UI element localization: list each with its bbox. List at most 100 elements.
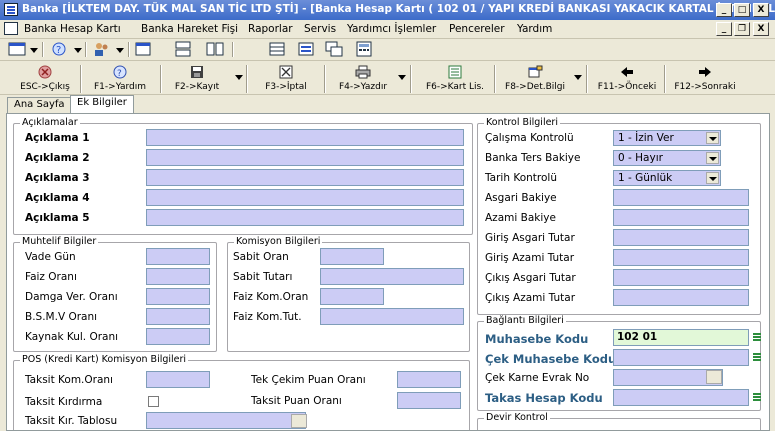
menu-servis[interactable]: Servis [304, 23, 336, 35]
faiz-kom-oran-field[interactable] [320, 288, 384, 305]
window-list-dropdown-icon[interactable] [30, 48, 38, 53]
f3-cancel-label: F3->İptal [265, 82, 307, 92]
window-list-icon[interactable] [8, 41, 28, 58]
help-dropdown-icon[interactable] [74, 48, 82, 53]
devir-kontrol-title: Devir Kontrol [484, 412, 550, 423]
calisma-kontrolu-label: Çalışma Kontrolü [485, 132, 574, 144]
chevron-down-icon[interactable] [706, 152, 719, 164]
kaynak-kul-orani-field[interactable] [146, 328, 210, 345]
muhasebe-kodu-field[interactable]: 102 01 [613, 329, 749, 346]
sabit-tutari-field[interactable] [320, 268, 464, 285]
vade-gun-field[interactable] [146, 248, 210, 265]
users-icon[interactable] [92, 41, 112, 58]
taksit-kom-orani-field[interactable] [146, 371, 210, 388]
taksit-kir-tablosu-field[interactable] [146, 412, 306, 429]
taksit-puan-field[interactable] [397, 392, 461, 409]
grid-view-icon[interactable] [268, 41, 288, 58]
f2-save-button[interactable]: F2->Kayıt [165, 63, 229, 94]
muhtelif-bilgiler-title: Muhtelif Bilgiler [20, 236, 99, 247]
damga-ver-orani-field[interactable] [146, 288, 210, 305]
child-window-icon[interactable] [4, 22, 18, 35]
cikis-azami-tutar-field[interactable] [613, 289, 749, 306]
faiz-kom-tut-field[interactable] [320, 308, 464, 325]
aciklama-5-label: Açıklama 5 [25, 212, 90, 224]
menu-pencereler[interactable]: Pencereler [449, 23, 505, 35]
banka-ters-bakiye-value: 0 - Hayır [618, 152, 663, 164]
details-dropdown-icon[interactable] [574, 75, 582, 80]
komisyon-bilgileri-title: Komisyon Bilgileri [234, 236, 323, 247]
tek-cekim-puan-field[interactable] [397, 371, 461, 388]
takas-hesap-kodu-field[interactable] [613, 389, 749, 406]
f8-detail-info-button[interactable]: F8->Det.Bilgi [498, 63, 572, 94]
child-close-button[interactable]: X [753, 22, 769, 36]
f4-print-button[interactable]: F4->Yazdır [330, 63, 396, 94]
icon-toolbar: ? [0, 39, 775, 61]
faiz-orani-label: Faiz Oranı [25, 271, 77, 283]
esc-exit-button[interactable]: ESC->Çıkış [12, 63, 78, 94]
child-restore-button[interactable]: ❐ [734, 22, 750, 36]
aciklama-4-field[interactable] [146, 189, 464, 206]
child-minimize-button[interactable]: _ [716, 22, 732, 36]
maximize-button[interactable]: □ [734, 3, 750, 17]
tile-horizontal-icon[interactable] [174, 41, 194, 58]
taksit-kirdirma-checkbox[interactable] [148, 396, 159, 407]
takas-hesap-kodu-label: Takas Hesap Kodu [485, 391, 603, 405]
giris-asgari-tutar-field[interactable] [613, 229, 749, 246]
save-dropdown-icon[interactable] [235, 75, 243, 80]
taksit-kir-tablosu-lookup-button[interactable] [291, 414, 307, 428]
f8-detail-info-label: F8->Det.Bilgi [505, 82, 565, 92]
f6-card-list-button[interactable]: F6->Kart Lis. [418, 63, 492, 94]
f11-previous-label: F11->Önceki [597, 82, 657, 92]
f3-cancel-button[interactable]: F3->İptal [254, 63, 318, 94]
tab-ana-sayfa[interactable]: Ana Sayfa [7, 97, 72, 113]
separator [80, 65, 82, 93]
minimize-button[interactable]: _ [716, 3, 732, 17]
faiz-orani-field[interactable] [146, 268, 210, 285]
bsmv-orani-label: B.S.M.V Oranı [25, 311, 98, 323]
menu-banka-hareket-fisi[interactable]: Banka Hareket Fişi [141, 23, 238, 35]
form-view-icon[interactable] [297, 41, 317, 58]
bsmv-orani-field[interactable] [146, 308, 210, 325]
window-cascade-icon[interactable] [134, 41, 154, 58]
kaynak-kul-orani-label: Kaynak Kul. Oranı [25, 331, 119, 343]
aciklama-1-field[interactable] [146, 129, 464, 146]
giris-azami-tutar-field[interactable] [613, 249, 749, 266]
menu-yardimci-islemler[interactable]: Yardımcı İşlemler [347, 23, 436, 35]
cikis-asgari-tutar-field[interactable] [613, 269, 749, 286]
chevron-down-icon[interactable] [706, 132, 719, 144]
cek-karne-search-icon[interactable] [706, 370, 722, 384]
tile-vertical-icon[interactable] [206, 41, 226, 58]
taksit-kirdirma-label: Taksit Kırdırma [25, 396, 103, 408]
takas-hesap-kodu-lookup-icon[interactable] [751, 391, 763, 404]
title-bar[interactable]: Banka [İLKTEM DAY. TÜK MAL SAN TİC LTD Ş… [0, 0, 775, 20]
aciklama-3-field[interactable] [146, 169, 464, 186]
menu-banka-hesap-karti[interactable]: Banka Hesap Kartı [24, 23, 121, 35]
tarih-kontrolu-select[interactable]: 1 - Günlük [613, 170, 721, 186]
sabit-tutari-label: Sabit Tutarı [233, 271, 293, 283]
help-tools-icon[interactable]: ? [50, 41, 70, 58]
f2-save-label: F2->Kayıt [174, 82, 220, 92]
users-dropdown-icon[interactable] [116, 48, 124, 53]
chevron-down-icon[interactable] [706, 172, 719, 184]
sabit-oran-field[interactable] [320, 248, 384, 265]
aciklama-2-field[interactable] [146, 149, 464, 166]
azami-bakiye-field[interactable] [613, 209, 749, 226]
muhasebe-kodu-lookup-icon[interactable] [751, 331, 763, 344]
cek-muhasebe-kodu-field[interactable] [613, 349, 749, 366]
menu-yardim[interactable]: Yardım [517, 23, 552, 35]
baglanti-bilgileri-title: Bağlantı Bilgileri [484, 315, 566, 326]
f1-help-button[interactable]: ? F1->Yardım [84, 63, 156, 94]
close-button[interactable]: X [753, 3, 769, 17]
asgari-bakiye-field[interactable] [613, 189, 749, 206]
calisma-kontrolu-select[interactable]: 1 - İzin Ver [613, 130, 721, 146]
calculator-icon[interactable] [355, 41, 375, 58]
aciklama-5-field[interactable] [146, 209, 464, 226]
f11-previous-button[interactable]: F11->Önceki [592, 63, 662, 94]
banka-ters-bakiye-select[interactable]: 0 - Hayır [613, 150, 721, 166]
tab-ek-bilgiler[interactable]: Ek Bilgiler [70, 95, 134, 113]
cek-muhasebe-kodu-lookup-icon[interactable] [751, 351, 763, 364]
windows-icon[interactable] [325, 41, 345, 58]
f12-next-button[interactable]: F12->Sonraki [670, 63, 740, 94]
print-dropdown-icon[interactable] [398, 75, 406, 80]
menu-raporlar[interactable]: Raporlar [248, 23, 293, 35]
